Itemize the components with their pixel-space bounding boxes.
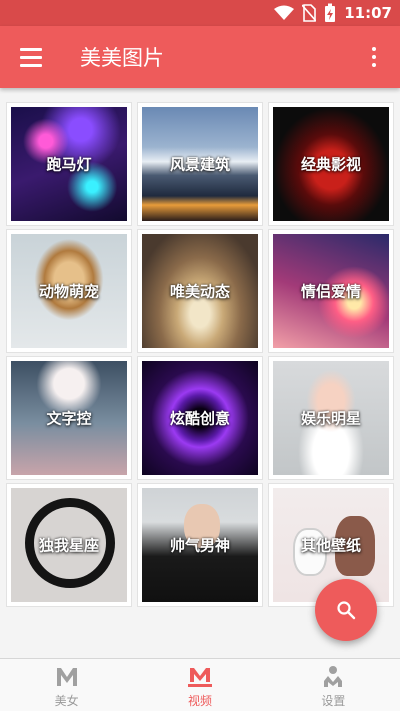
category-label: 其他壁纸	[300, 536, 361, 555]
nav-item-video[interactable]: 视频	[133, 659, 266, 711]
category-label: 动物萌宠	[38, 282, 99, 301]
nav-item-beauty[interactable]: 美女	[0, 659, 133, 711]
person-settings-icon	[324, 666, 343, 687]
category-label: 跑马灯	[46, 155, 92, 174]
category-tile-pets[interactable]: 动物萌宠	[6, 229, 132, 353]
category-tile-animated[interactable]: 唯美动态	[137, 229, 263, 353]
category-label: 帅气男神	[169, 536, 230, 555]
status-time: 11:07	[344, 4, 392, 22]
status-icons: 11:07	[274, 3, 392, 23]
m-logo-icon	[56, 668, 77, 686]
more-vertical-icon	[372, 47, 376, 51]
more-options-button[interactable]	[362, 44, 386, 70]
nav-label: 设置	[321, 694, 346, 708]
search-icon	[337, 601, 356, 620]
category-grid: 跑马灯 风景建筑 经典影视 动物萌宠 唯美动态 情侣爱情 文字控 炫酷创意 娱乐…	[6, 102, 395, 607]
category-tile-marquee[interactable]: 跑马灯	[6, 102, 132, 226]
category-tile-film[interactable]: 经典影视	[268, 102, 394, 226]
category-tile-love[interactable]: 情侣爱情	[268, 229, 394, 353]
category-tile-text[interactable]: 文字控	[6, 356, 132, 480]
category-label: 文字控	[46, 409, 92, 428]
category-tile-zodiac[interactable]: 独我星座	[6, 483, 132, 607]
m-video-icon	[187, 668, 212, 687]
bottom-nav: 美女 视频 设置	[0, 658, 400, 711]
wifi-icon	[274, 5, 295, 20]
app-bar: 美美图片	[0, 26, 400, 88]
category-label: 唯美动态	[169, 282, 230, 301]
category-label: 情侣爱情	[300, 282, 361, 301]
nav-item-settings[interactable]: 设置	[267, 659, 400, 711]
category-tile-handsome[interactable]: 帅气男神	[137, 483, 263, 607]
nav-label: 视频	[187, 694, 212, 708]
category-tile-scenery[interactable]: 风景建筑	[137, 102, 263, 226]
category-tile-celebrity[interactable]: 娱乐明星	[268, 356, 394, 480]
search-fab[interactable]	[315, 579, 377, 641]
category-label: 娱乐明星	[300, 409, 361, 428]
category-label: 炫酷创意	[169, 409, 230, 428]
battery-charging-icon	[325, 3, 336, 22]
category-tile-creative[interactable]: 炫酷创意	[137, 356, 263, 480]
app-title: 美美图片	[80, 46, 164, 70]
nav-label: 美女	[54, 694, 79, 708]
category-label: 独我星座	[38, 536, 99, 555]
no-sim-icon	[302, 4, 317, 22]
category-label: 风景建筑	[169, 155, 230, 174]
menu-icon	[20, 47, 42, 51]
category-label: 经典影视	[300, 155, 361, 174]
menu-button[interactable]	[14, 42, 48, 72]
status-bar: 11:07	[0, 0, 400, 26]
